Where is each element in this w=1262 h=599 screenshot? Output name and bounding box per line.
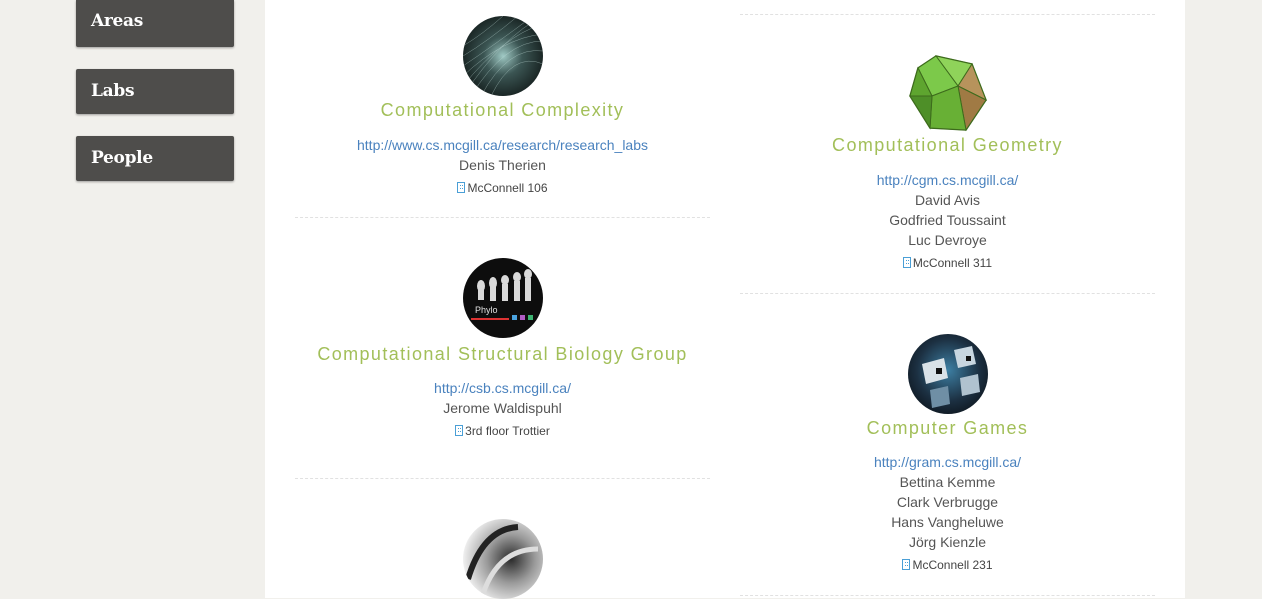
lab-image-partial [462,519,543,599]
building-icon [902,559,911,570]
card-divider [740,595,1155,596]
lab-member: David Avis [914,192,981,208]
sidebar-nav: Areas Labs People [76,0,234,203]
card-divider [295,478,710,479]
phylo-logo-text: Phylo [475,305,498,315]
building-icon [455,425,464,436]
lab-title[interactable]: Computer Games [740,419,1155,438]
lab-location: 3rd floor Trottier [295,423,710,439]
building-icon [902,257,911,268]
labs-listing: Computational Complexity http://www.cs.m… [265,0,1185,599]
lab-location-text: McConnell 311 [912,256,993,270]
sidebar-item-labs[interactable]: Labs [76,69,234,114]
lab-image-games [907,334,988,414]
lab-location-text: McConnell 106 [467,181,548,195]
lab-card-partial [295,519,710,599]
lab-card-structural-biology: Phylo Computational Structural Biology G… [295,258,710,439]
lab-card-computational-complexity: Computational Complexity http://www.cs.m… [295,16,710,196]
sidebar-item-areas[interactable]: Areas [76,0,234,47]
lab-website-link[interactable]: http://cgm.cs.mcgill.ca/ [740,170,1155,190]
lab-title[interactable]: Computational Complexity [295,101,710,120]
lab-title[interactable]: Computational Structural Biology Group [295,345,710,364]
card-divider [740,14,1155,15]
lab-location: McConnell 311 [740,255,1155,271]
lab-member: Hans Vangheluwe [891,514,1004,530]
lab-card-computational-geometry: Computational Geometry http://cgm.cs.mcg… [740,52,1155,271]
lab-member: Jerome Waldispuhl [443,400,562,416]
lab-member: Luc Devroye [908,232,987,248]
lab-location-text: 3rd floor Trottier [465,424,550,438]
lab-location: McConnell 106 [295,180,710,196]
lab-member: Denis Therien [459,157,546,173]
lab-website-link[interactable]: http://csb.cs.mcgill.ca/ [295,378,710,398]
card-divider [740,293,1155,294]
lab-image-geometry [906,52,990,136]
lab-website-link[interactable]: http://www.cs.mcgill.ca/research/researc… [295,135,710,155]
lab-title[interactable]: Computational Geometry [740,136,1155,155]
lab-member: Bettina Kemme [899,474,996,490]
lab-member: Jörg Kienzle [908,534,987,550]
building-icon [457,182,466,193]
lab-member: Godfried Toussaint [889,212,1006,228]
lab-card-computer-games: Computer Games http://gram.cs.mcgill.ca/… [740,334,1155,573]
lab-image-complexity [462,16,543,96]
lab-website-link[interactable]: http://gram.cs.mcgill.ca/ [740,452,1155,472]
card-divider [295,217,710,218]
lab-image-structural-biology: Phylo [462,258,543,338]
lab-location-text: McConnell 231 [912,558,993,572]
sidebar-item-people[interactable]: People [76,136,234,181]
lab-member: Clark Verbrugge [896,494,999,510]
lab-location: McConnell 231 [740,557,1155,573]
